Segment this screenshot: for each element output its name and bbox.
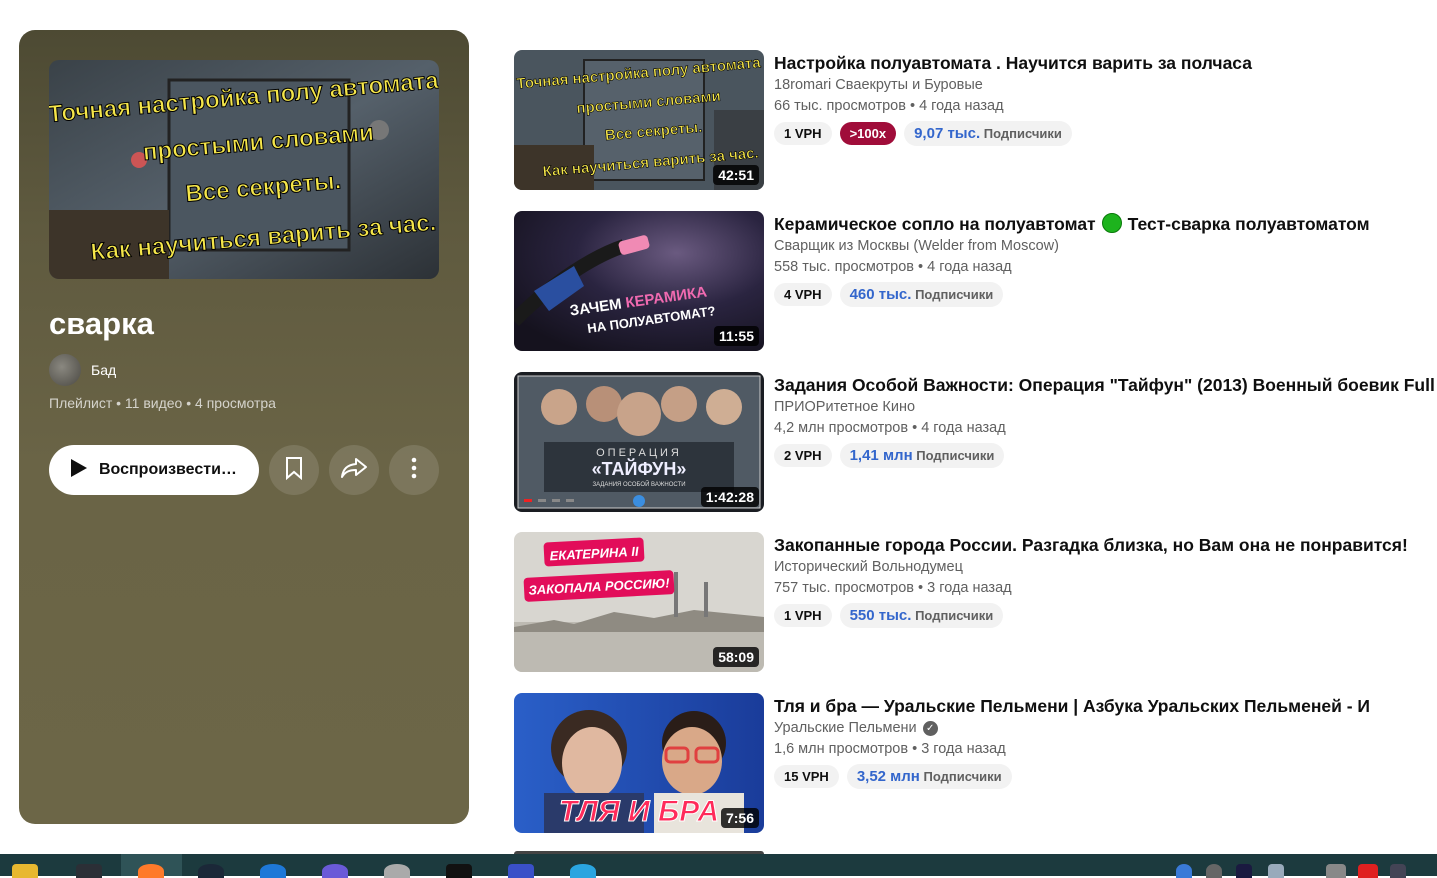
video-meta: 757 тыс. просмотров • 3 года назад: [774, 580, 1012, 596]
channel-name-text[interactable]: Уральские Пельмени: [774, 720, 917, 736]
stat-badges: 2 VPH 1,41 млн Подписчики: [774, 443, 1434, 468]
video-title-text[interactable]: Керамическое сопло на полуавтомат: [774, 214, 1096, 234]
channel-name-text[interactable]: 18romari Свaекруты и Буровые: [774, 77, 983, 93]
subscriber-label: Подписчики: [916, 448, 995, 463]
save-playlist-button[interactable]: [269, 445, 319, 495]
video-thumbnail[interactable]: ЕКАТЕРИНА II ЗАКОПАЛА РОССИЮ! 58:09: [514, 532, 764, 672]
channel-name-text[interactable]: ПРИОРитетное Кино: [774, 399, 915, 415]
bookmark-icon: [283, 456, 305, 485]
playlist-panel: Точная настройка полу автомата простыми …: [19, 30, 469, 824]
vph-badge: 4 VPH: [774, 283, 832, 306]
video-duration: 11:55: [713, 326, 759, 346]
outlier-badge: >100x: [839, 122, 897, 145]
more-actions-button[interactable]: [389, 445, 439, 495]
video-thumbnail[interactable]: ЗАЧЕМ КЕРАМИКА НА ПОЛУАВТОМАТ? 11:55: [514, 211, 764, 351]
video-thumbnail[interactable]: ТЛЯ И БРА 7:56: [514, 693, 764, 833]
playlist-actions: Воспроизвести…: [49, 445, 439, 495]
channel-name-text[interactable]: Сварщик из Москвы (Welder from Moscow): [774, 238, 1059, 254]
verified-check-icon: ✓: [922, 720, 938, 736]
upload-age: 3 года назад: [927, 580, 1012, 596]
subscriber-count: 9,07 тыс.: [914, 125, 981, 142]
subscriber-label: Подписчики: [915, 608, 994, 623]
video-meta: 1,6 млн просмотров • 3 года назад: [774, 741, 1006, 757]
upload-age: 4 года назад: [919, 98, 1004, 114]
channel-name[interactable]: Уральские Пельмени ✓: [774, 720, 1434, 736]
view-count: 4,2 млн просмотров: [774, 420, 909, 436]
playlist-meta: Плейлист • 11 видео • 4 просмотра: [49, 395, 276, 411]
channel-name[interactable]: 18romari Свaекруты и Буровые: [774, 77, 1434, 93]
video-meta: 558 тыс. просмотров • 4 года назад: [774, 259, 1012, 275]
view-count: 558 тыс. просмотров: [774, 259, 915, 275]
share-icon: [340, 457, 368, 484]
subscribers-badge: 550 тыс. Подписчики: [839, 603, 1004, 628]
video-title[interactable]: Закопанные города России. Разгадка близк…: [774, 534, 1434, 556]
vph-badge: 1 VPH: [774, 604, 832, 627]
subscribers-badge: 460 тыс. Подписчики: [839, 282, 1004, 307]
subscriber-count: 460 тыс.: [849, 286, 912, 303]
video-title-suffix[interactable]: Тест-сварка полуавтоматом: [1128, 214, 1370, 234]
view-count: 757 тыс. просмотров: [774, 580, 915, 596]
subscriber-count: 1,41 млн: [849, 447, 913, 464]
channel-name[interactable]: ПРИОРитетное Кино: [774, 399, 1434, 415]
play-icon: [67, 457, 89, 484]
more-vertical-icon: [411, 457, 417, 484]
video-thumbnail[interactable]: ОПЕРАЦИЯ «ТАЙФУН» ЗАДАНИЯ ОСОБОЙ ВАЖНОСТ…: [514, 372, 764, 512]
stat-badges: 1 VPH 550 тыс. Подписчики: [774, 603, 1434, 628]
video-meta: 66 тыс. просмотров • 4 года назад: [774, 98, 1004, 114]
video-title[interactable]: Настройка полуавтомата . Научится варить…: [774, 52, 1434, 74]
video-title[interactable]: Задания Особой Важности: Операция "Тайфу…: [774, 374, 1437, 396]
taskbar: [0, 854, 1437, 878]
view-count: 1,6 млн просмотров: [774, 741, 909, 757]
subscriber-label: Подписчики: [923, 769, 1002, 784]
subscriber-label: Подписчики: [915, 287, 994, 302]
list-item[interactable]: ЕКАТЕРИНА II ЗАКОПАЛА РОССИЮ! 58:09 Зако…: [514, 532, 1434, 672]
video-duration: 7:56: [720, 808, 759, 828]
play-all-label: Воспроизвести…: [99, 461, 237, 478]
video5-thumb-line-1: ТЛЯ И БРА: [559, 795, 719, 828]
list-item[interactable]: ОПЕРАЦИЯ «ТАЙФУН» ЗАДАНИЯ ОСОБОЙ ВАЖНОСТ…: [514, 372, 1437, 512]
vph-badge: 1 VPH: [774, 122, 832, 145]
playlist-owner[interactable]: Бад: [49, 354, 116, 386]
subscriber-label: Подписчики: [983, 126, 1062, 141]
video-duration: 42:51: [713, 165, 759, 185]
upload-age: 4 года назад: [927, 259, 1012, 275]
vph-badge: 2 VPH: [774, 444, 832, 467]
video-title[interactable]: Керамическое сопло на полуавтомат Тест-св…: [774, 213, 1434, 235]
video3-thumb-line-1: ОПЕРАЦИЯ: [596, 447, 682, 459]
video-duration: 1:42:28: [700, 487, 759, 507]
video3-thumb-line-2: «ТАЙФУН»: [592, 458, 687, 479]
view-count: 66 тыс. просмотров: [774, 98, 906, 114]
video-duration: 58:09: [713, 647, 759, 667]
subscribers-badge: 3,52 млн Подписчики: [846, 764, 1012, 789]
owner-name[interactable]: Бад: [91, 362, 116, 378]
video-meta: 4,2 млн просмотров • 4 года назад: [774, 420, 1006, 436]
channel-name-text[interactable]: Исторический Вольнодумец: [774, 559, 963, 575]
channel-name[interactable]: Исторический Вольнодумец: [774, 559, 1434, 575]
stat-badges: 4 VPH 460 тыс. Подписчики: [774, 282, 1434, 307]
stat-badges: 1 VPH >100x 9,07 тыс. Подписчики: [774, 121, 1434, 146]
list-item[interactable]: Точная настройка полу автомата простыми …: [514, 50, 1434, 190]
list-item[interactable]: ТЛЯ И БРА 7:56 Тля и бра — Уральские Пел…: [514, 693, 1434, 833]
video-title[interactable]: Тля и бра — Уральские Пельмени | Азбука …: [774, 695, 1434, 717]
subscribers-badge: 9,07 тыс. Подписчики: [904, 121, 1072, 146]
subscriber-count: 3,52 млн: [856, 768, 920, 785]
video-thumbnail[interactable]: Точная настройка полу автомата простыми …: [514, 50, 764, 190]
list-item[interactable]: ЗАЧЕМ КЕРАМИКА НА ПОЛУАВТОМАТ? 11:55 Кер…: [514, 211, 1434, 351]
subscriber-count: 550 тыс.: [849, 607, 912, 624]
green-circle-icon: [1101, 213, 1122, 233]
playlist-thumbnail[interactable]: Точная настройка полу автомата простыми …: [49, 60, 439, 279]
playlist-title: сварка: [49, 306, 154, 341]
subscribers-badge: 1,41 млн Подписчики: [839, 443, 1005, 468]
stat-badges: 15 VPH 3,52 млн Подписчики: [774, 764, 1434, 789]
upload-age: 4 года назад: [921, 420, 1006, 436]
play-all-button[interactable]: Воспроизвести…: [49, 445, 259, 495]
video3-thumb-line-3: ЗАДАНИЯ ОСОБОЙ ВАЖНОСТИ: [592, 480, 685, 488]
channel-name[interactable]: Сварщик из Москвы (Welder from Moscow): [774, 238, 1434, 254]
avatar[interactable]: [49, 354, 81, 386]
upload-age: 3 года назад: [921, 741, 1006, 757]
vph-badge: 15 VPH: [774, 765, 839, 788]
share-button[interactable]: [329, 445, 379, 495]
